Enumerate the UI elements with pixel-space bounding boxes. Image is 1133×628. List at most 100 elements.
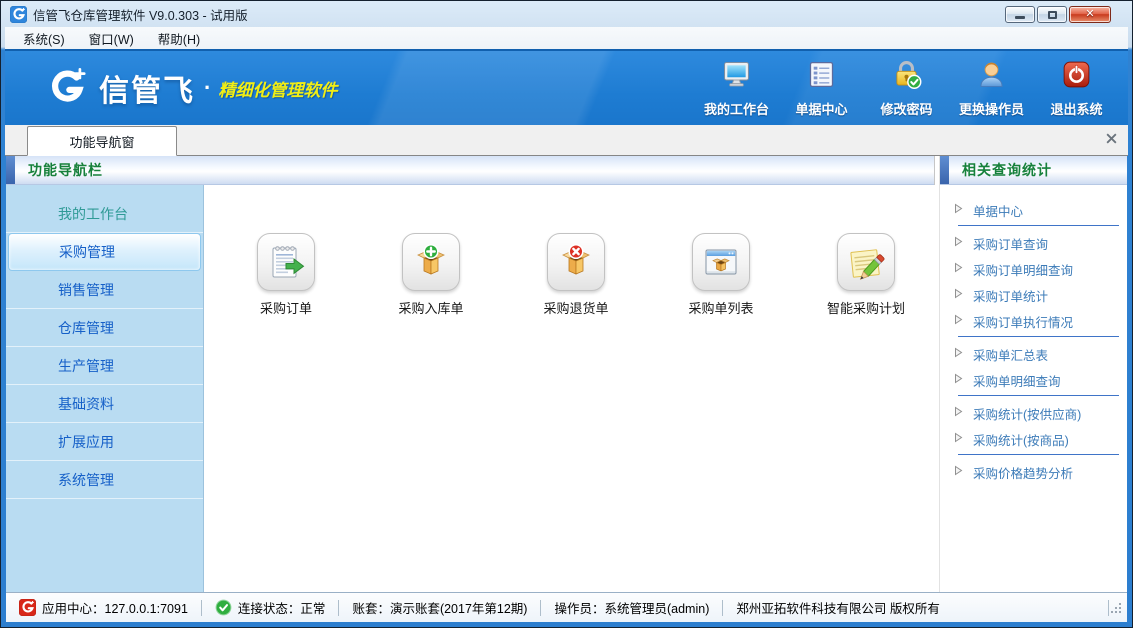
left-panel-title: 功能导航栏 <box>28 160 103 180</box>
triangle-right-icon <box>954 201 963 219</box>
triangle-right-icon <box>954 286 963 304</box>
shortcut-purchase-list[interactable]: 采购单列表 <box>661 233 781 317</box>
right-link-stats-by-product[interactable]: 采购统计(按商品) <box>940 426 1127 452</box>
header-accent-bar <box>6 156 15 184</box>
right-link-po-detail-query[interactable]: 采购订单明细查询 <box>940 256 1127 282</box>
maximize-button[interactable] <box>1037 6 1067 23</box>
group-separator <box>958 454 1119 455</box>
right-link-po-stats[interactable]: 采购订单统计 <box>940 282 1127 308</box>
purchase-return-box-icon <box>547 233 605 291</box>
purchase-order-icon <box>257 233 315 291</box>
app-window: 信管飞仓库管理软件 V9.0.303 - 试用版 ✕ 系统(S) 窗口(W) 帮… <box>0 0 1133 628</box>
toolbar-switch-operator[interactable]: 更换操作员 <box>950 56 1033 120</box>
right-panel-title: 相关查询统计 <box>962 160 1052 180</box>
tab-strip: 功能导航窗 <box>5 125 1128 156</box>
right-link-stats-by-supplier[interactable]: 采购统计(按供应商) <box>940 400 1127 426</box>
close-icon: ✕ <box>1085 9 1094 20</box>
minimize-icon <box>1015 16 1025 19</box>
title-bar: 信管飞仓库管理软件 V9.0.303 - 试用版 ✕ <box>6 2 1127 27</box>
triangle-right-icon <box>954 463 963 481</box>
window-controls: ✕ <box>1005 6 1123 23</box>
toolbar-label: 退出系统 <box>1050 99 1102 118</box>
status-bar: 应用中心：127.0.0.1:7091 连接状态：正常 账套：演示账套(2017… <box>6 592 1127 622</box>
toolbar-label: 更换操作员 <box>959 99 1024 118</box>
right-panel-links: 单据中心 采购订单查询 采购订单明细查询 采购订单统计 采购订单执行情况 采购单… <box>940 185 1127 592</box>
sidebar-item-sales[interactable]: 销售管理 <box>6 271 203 309</box>
smart-plan-pencil-icon <box>837 233 895 291</box>
connection-ok-icon <box>215 599 232 616</box>
status-connection: 连接状态：正常 <box>202 598 339 617</box>
banner-toolbar: 我的工作台 单据中心 修改密码 更换操作员 <box>695 56 1118 120</box>
group-separator <box>958 395 1119 396</box>
brand-name: 信管飞 <box>99 66 195 110</box>
app-center-logo-icon <box>19 599 36 616</box>
sidebar-item-extensions[interactable]: 扩展应用 <box>6 423 203 461</box>
close-button[interactable]: ✕ <box>1069 6 1111 23</box>
minimize-button[interactable] <box>1005 6 1035 23</box>
shortcut-purchase-return[interactable]: 采购退货单 <box>516 233 636 317</box>
left-panel-header: 功能导航栏 <box>6 156 934 185</box>
brand-logo-icon <box>43 65 89 111</box>
toolbar-my-workbench[interactable]: 我的工作台 <box>695 56 778 120</box>
menu-window[interactable]: 窗口(W) <box>79 27 144 50</box>
menu-system[interactable]: 系统(S) <box>13 27 75 50</box>
right-link-po-execution[interactable]: 采购订单执行情况 <box>940 308 1127 334</box>
status-account: 账套：演示账套(2017年第12期) <box>339 598 540 617</box>
lock-check-icon <box>890 58 923 96</box>
banner: 信管飞 · 精细化管理软件 我的工作台 单据中心 修改密码 <box>5 49 1128 125</box>
tab-function-nav[interactable]: 功能导航窗 <box>27 126 177 156</box>
right-link-purchase-detail-query[interactable]: 采购单明细查询 <box>940 367 1127 393</box>
purchase-inbound-box-icon <box>402 233 460 291</box>
maximize-icon <box>1048 11 1057 19</box>
right-panel-header: 相关查询统计 <box>940 156 1127 185</box>
toolbar-change-password[interactable]: 修改密码 <box>865 56 948 120</box>
function-nav-sidebar: 我的工作台 采购管理 销售管理 仓库管理 生产管理 基础资料 扩展应用 系统管理 <box>6 185 204 592</box>
resize-grip[interactable] <box>1109 601 1123 615</box>
purchase-list-window-icon <box>692 233 750 291</box>
toolbar-label: 修改密码 <box>880 99 932 118</box>
shortcut-label: 采购入库单 <box>398 298 463 317</box>
shortcut-label: 采购订单 <box>260 298 312 317</box>
right-link-price-trend[interactable]: 采购价格趋势分析 <box>940 459 1127 485</box>
triangle-right-icon <box>954 260 963 278</box>
shortcut-label: 采购退货单 <box>543 298 608 317</box>
right-link-document-center[interactable]: 单据中心 <box>940 197 1127 223</box>
sidebar-item-production[interactable]: 生产管理 <box>6 347 203 385</box>
triangle-right-icon <box>954 430 963 448</box>
shortcut-purchase-inbound[interactable]: 采购入库单 <box>371 233 491 317</box>
related-query-panel: 相关查询统计 单据中心 采购订单查询 采购订单明细查询 采购订单统计 采购订单执… <box>939 156 1127 592</box>
tab-strip-close-icon[interactable] <box>1105 132 1118 145</box>
shortcut-label: 智能采购计划 <box>827 298 905 317</box>
right-link-purchase-summary[interactable]: 采购单汇总表 <box>940 341 1127 367</box>
sidebar-item-warehouse[interactable]: 仓库管理 <box>6 309 203 347</box>
toolbar-document-center[interactable]: 单据中心 <box>780 56 863 120</box>
shortcut-label: 采购单列表 <box>688 298 753 317</box>
document-list-icon <box>805 58 838 96</box>
group-separator <box>958 336 1119 337</box>
status-operator: 操作员：系统管理员(admin) <box>541 598 722 617</box>
shortcut-area: 采购订单 采购入库单 采购退货单 <box>204 185 951 592</box>
sidebar-item-system[interactable]: 系统管理 <box>6 461 203 499</box>
brand: 信管飞 · 精细化管理软件 <box>43 65 337 111</box>
triangle-right-icon <box>954 345 963 363</box>
triangle-right-icon <box>954 234 963 252</box>
brand-slogan: 精细化管理软件 <box>218 76 337 101</box>
sidebar-item-basic-data[interactable]: 基础资料 <box>6 385 203 423</box>
shortcut-purchase-order[interactable]: 采购订单 <box>226 233 346 317</box>
right-link-po-query[interactable]: 采购订单查询 <box>940 230 1127 256</box>
content-area: 功能导航栏 我的工作台 采购管理 销售管理 仓库管理 生产管理 基础资料 扩展应… <box>6 156 1127 592</box>
toolbar-exit-system[interactable]: 退出系统 <box>1035 56 1118 120</box>
toolbar-label: 我的工作台 <box>704 99 769 118</box>
menu-bar: 系统(S) 窗口(W) 帮助(H) <box>5 27 1128 49</box>
status-copyright: 郑州亚拓软件科技有限公司 版权所有 <box>723 598 952 617</box>
brand-separator: · <box>204 75 211 101</box>
monitor-icon <box>720 58 753 96</box>
triangle-right-icon <box>954 404 963 422</box>
sidebar-item-purchase[interactable]: 采购管理 <box>8 233 201 271</box>
toolbar-label: 单据中心 <box>795 99 847 118</box>
menu-help[interactable]: 帮助(H) <box>148 27 210 50</box>
header-accent-bar <box>940 156 949 184</box>
shortcut-smart-purchase-plan[interactable]: 智能采购计划 <box>806 233 926 317</box>
power-icon <box>1060 58 1093 96</box>
sidebar-item-my-workbench[interactable]: 我的工作台 <box>6 195 203 233</box>
